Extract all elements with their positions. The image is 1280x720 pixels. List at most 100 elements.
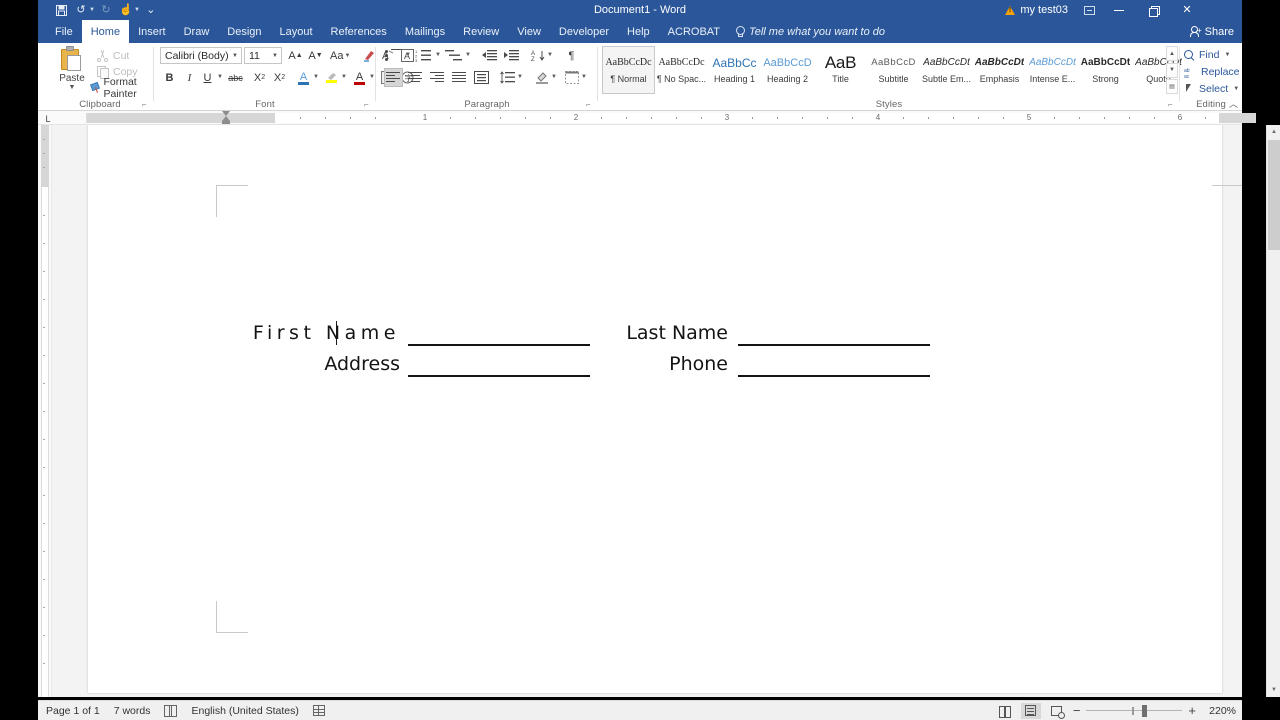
style-subtle-emphasis[interactable]: AaBbCcDt Subtle Em... xyxy=(920,46,973,94)
clipboard-dialog-launcher[interactable]: ⌐ xyxy=(142,100,151,109)
sort-caret-icon[interactable]: ▼ xyxy=(547,52,553,58)
field-line-phone[interactable] xyxy=(738,352,930,377)
zoom-in-button[interactable]: + xyxy=(1188,703,1196,718)
align-right-icon[interactable] xyxy=(428,68,447,87)
align-center-icon[interactable] xyxy=(406,68,425,87)
tell-me-search[interactable]: Tell me what you want to do xyxy=(729,20,893,43)
vertical-ruler[interactable] xyxy=(38,125,52,697)
paste-dropdown-caret-icon[interactable]: ▼ xyxy=(69,84,76,91)
borders-icon[interactable] xyxy=(562,68,581,87)
zoom-level[interactable]: 220% xyxy=(1202,705,1236,717)
field-line-last-name[interactable] xyxy=(738,321,930,346)
bullets-icon[interactable] xyxy=(384,46,403,65)
select-caret-icon[interactable]: ▼ xyxy=(1233,86,1239,92)
style-strong[interactable]: AaBbCcDt Strong xyxy=(1079,46,1132,94)
subscript-button[interactable]: X2 xyxy=(250,68,269,87)
zoom-out-button[interactable]: − xyxy=(1073,703,1081,718)
style-normal[interactable]: AaBbCcDc ¶ Normal xyxy=(602,46,655,94)
close-icon[interactable]: ✕ xyxy=(1170,0,1204,20)
scroll-down-icon[interactable]: ▼ xyxy=(1267,683,1280,697)
tab-insert[interactable]: Insert xyxy=(129,20,175,43)
language-indicator[interactable]: English (United States) xyxy=(191,705,298,717)
tab-design[interactable]: Design xyxy=(218,20,270,43)
paragraph-dialog-launcher[interactable]: ⌐ xyxy=(586,100,595,109)
change-case-icon[interactable]: Aa ▼ xyxy=(330,46,350,65)
document-canvas[interactable]: First Name Last Name Address Phone xyxy=(52,125,1242,697)
numbering-icon[interactable]: 123 xyxy=(414,46,433,65)
styles-dialog-launcher[interactable]: ⌐ xyxy=(1168,100,1177,109)
style-subtitle[interactable]: AaBbCcD Subtitle xyxy=(867,46,920,94)
highlight-caret-icon[interactable]: ▼ xyxy=(341,74,347,80)
format-painter-button[interactable]: Format Painter xyxy=(90,76,154,100)
style-intense-emphasis[interactable]: AaBbCcDt Intense E... xyxy=(1026,46,1079,94)
font-size-input[interactable]: 11 ▼ xyxy=(244,47,282,64)
decrease-indent-icon[interactable] xyxy=(480,46,499,65)
styles-more-icon[interactable]: ▤ xyxy=(1166,79,1178,94)
tab-references[interactable]: References xyxy=(322,20,396,43)
select-button[interactable]: Select ▼ xyxy=(1184,81,1239,97)
restore-icon[interactable] xyxy=(1136,0,1170,20)
replace-button[interactable]: ab ac Replace xyxy=(1184,64,1240,80)
left-tab-stop-icon[interactable]: L xyxy=(42,113,54,124)
vertical-scrollbar[interactable]: ▲ ▼ xyxy=(1266,125,1280,697)
tab-home[interactable]: Home xyxy=(81,20,130,43)
tab-mailings[interactable]: Mailings xyxy=(396,20,454,43)
style-heading-1[interactable]: AaBbCc Heading 1 xyxy=(708,46,761,94)
word-count[interactable]: 7 words xyxy=(114,705,151,717)
text-effects-gallery-icon[interactable]: A xyxy=(294,68,313,87)
font-name-input[interactable]: Calibri (Body) ▼ xyxy=(160,47,242,64)
tab-draw[interactable]: Draw xyxy=(175,20,219,43)
text-highlight-icon[interactable] xyxy=(322,68,341,87)
read-mode-view-button[interactable] xyxy=(995,703,1015,719)
underline-button[interactable]: U xyxy=(198,68,217,87)
minimize-icon[interactable] xyxy=(1102,0,1136,20)
tab-file[interactable]: File xyxy=(46,20,82,43)
web-layout-view-button[interactable] xyxy=(1047,703,1067,719)
styles-scroll-down-icon[interactable]: ▼ xyxy=(1166,62,1178,78)
zoom-slider-thumb[interactable] xyxy=(1142,704,1148,717)
increase-indent-icon[interactable] xyxy=(502,46,521,65)
tab-acrobat[interactable]: ACROBAT xyxy=(659,20,729,43)
superscript-button[interactable]: X2 xyxy=(270,68,289,87)
underline-caret-icon[interactable]: ▼ xyxy=(217,74,223,80)
bold-button[interactable]: B xyxy=(160,68,179,87)
field-line-first-name[interactable] xyxy=(408,321,590,346)
sort-icon[interactable]: AZ xyxy=(528,46,547,65)
paste-button[interactable]: Paste ▼ xyxy=(52,46,92,96)
numbering-caret-icon[interactable]: ▼ xyxy=(435,52,441,58)
page-indicator[interactable]: Page 1 of 1 xyxy=(46,705,100,717)
proofing-errors-icon[interactable] xyxy=(164,705,178,717)
justify-icon[interactable] xyxy=(450,68,469,87)
shading-icon[interactable] xyxy=(532,68,551,87)
tab-developer[interactable]: Developer xyxy=(550,20,618,43)
macro-recording-icon[interactable] xyxy=(312,705,325,716)
bullets-caret-icon[interactable]: ▼ xyxy=(405,52,411,58)
italic-button[interactable]: I xyxy=(180,68,199,87)
align-left-icon[interactable] xyxy=(384,68,403,87)
find-caret-icon[interactable]: ▼ xyxy=(1224,52,1230,58)
account-button[interactable]: my test03 xyxy=(997,0,1076,20)
styles-scroll-up-icon[interactable]: ▲ xyxy=(1166,46,1178,61)
print-layout-view-button[interactable] xyxy=(1020,702,1041,719)
font-color-icon[interactable]: A xyxy=(350,68,369,87)
collapse-ribbon-icon[interactable]: ︿ xyxy=(1229,97,1238,110)
cut-button[interactable]: Cut xyxy=(96,48,129,63)
field-line-address[interactable] xyxy=(408,352,590,377)
tab-layout[interactable]: Layout xyxy=(271,20,322,43)
font-size-caret-icon[interactable]: ▼ xyxy=(272,53,278,59)
style-heading-2[interactable]: AaBbCcD Heading 2 xyxy=(761,46,814,94)
distributed-icon[interactable] xyxy=(472,68,491,87)
style-emphasis[interactable]: AaBbCcDt Emphasis xyxy=(973,46,1026,94)
line-spacing-icon[interactable] xyxy=(498,68,517,87)
tab-help[interactable]: Help xyxy=(618,20,659,43)
style-no-spacing[interactable]: AaBbCcDc ¶ No Spac... xyxy=(655,46,708,94)
line-spacing-caret-icon[interactable]: ▼ xyxy=(517,74,523,80)
multilevel-list-icon[interactable] xyxy=(444,46,463,65)
scroll-up-icon[interactable]: ▲ xyxy=(1267,125,1280,139)
font-name-caret-icon[interactable]: ▼ xyxy=(232,53,238,59)
multilevel-caret-icon[interactable]: ▼ xyxy=(465,52,471,58)
form-content[interactable]: First Name Last Name Address Phone xyxy=(238,315,938,377)
tab-view[interactable]: View xyxy=(508,20,550,43)
shading-caret-icon[interactable]: ▼ xyxy=(551,74,557,80)
show-formatting-marks-icon[interactable]: ¶ xyxy=(562,46,581,65)
